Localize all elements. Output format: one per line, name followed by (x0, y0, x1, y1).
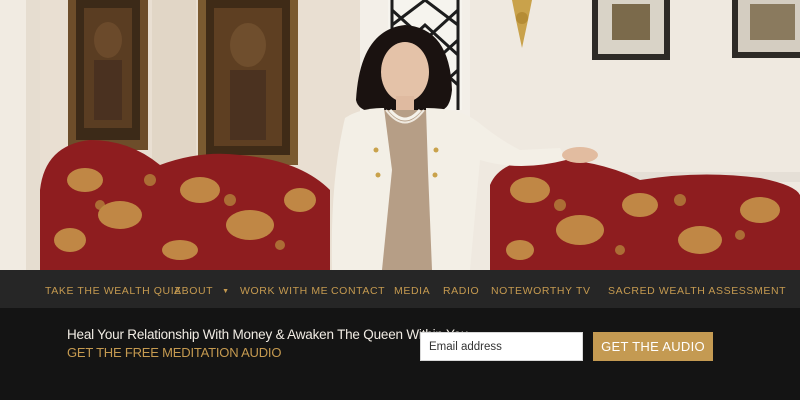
nav-tv[interactable]: TV (576, 270, 591, 308)
optin-bar: Heal Your Relationship With Money & Awak… (0, 308, 800, 400)
hero-photo-illustration (0, 0, 800, 270)
caret-down-icon: ▼ (222, 288, 230, 295)
nav-take-the-wealth-quiz[interactable]: TAKE THE WEALTH QUIZ (45, 270, 181, 308)
nav-about[interactable]: ABOUT ▼ (174, 270, 230, 308)
optin-subheadline: GET THE FREE MEDITATION AUDIO (67, 345, 282, 360)
nav-media[interactable]: MEDIA (394, 270, 430, 308)
email-field[interactable] (420, 332, 583, 361)
hero-image (0, 0, 800, 270)
nav-work-with-me[interactable]: WORK WITH ME (240, 270, 328, 308)
nav-noteworthy[interactable]: NOTEWORTHY (491, 270, 573, 308)
optin-headline: Heal Your Relationship With Money & Awak… (67, 327, 469, 342)
get-the-audio-button[interactable]: GET THE AUDIO (593, 332, 713, 361)
nav-radio[interactable]: RADIO (443, 270, 479, 308)
nav-about-label: ABOUT (174, 285, 214, 297)
main-nav: TAKE THE WEALTH QUIZ ABOUT ▼ WORK WITH ME… (0, 270, 800, 308)
nav-sacred-wealth-assessment[interactable]: SACRED WEALTH ASSESSMENT (608, 270, 786, 308)
nav-contact[interactable]: CONTACT (331, 270, 385, 308)
